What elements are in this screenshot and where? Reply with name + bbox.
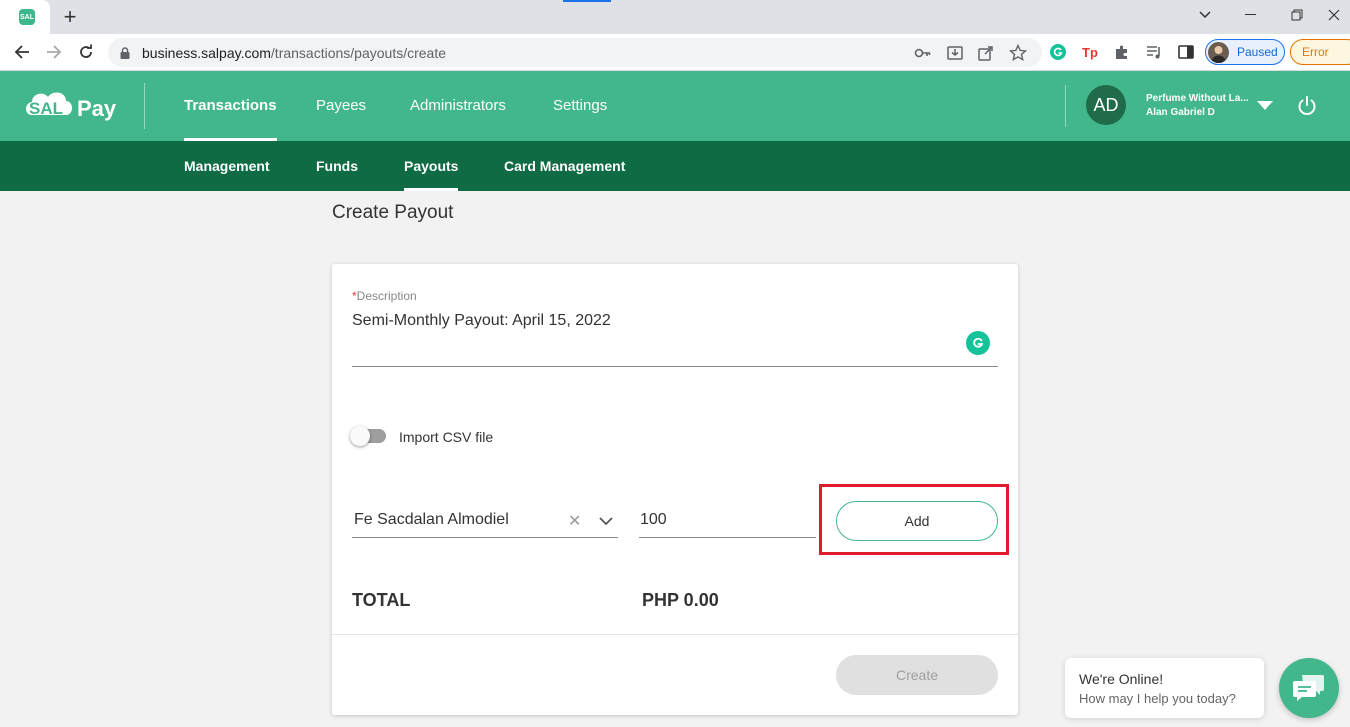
tab-card-management[interactable]: Card Management: [504, 141, 625, 191]
payee-value: Fe Sacdalan Almodiel: [354, 511, 509, 528]
browser-tab[interactable]: SAL: [0, 0, 50, 34]
payee-select[interactable]: Fe Sacdalan Almodiel ✕: [352, 504, 618, 538]
salpay-logo[interactable]: SAL Pay: [24, 85, 124, 127]
tab-accent: [563, 0, 611, 2]
profile-status: Paused: [1237, 45, 1278, 59]
chat-subtitle: How may I help you today?: [1079, 691, 1236, 706]
clear-icon[interactable]: ✕: [568, 511, 581, 531]
total-value: PHP 0.00: [642, 590, 719, 610]
nav-payees[interactable]: Payees: [316, 71, 366, 141]
chevron-down-icon[interactable]: [599, 513, 613, 531]
restore-icon[interactable]: [1274, 0, 1320, 30]
browser-tabbar: SAL +: [0, 0, 1350, 34]
chat-button[interactable]: [1279, 658, 1339, 718]
side-panel-icon[interactable]: [1177, 43, 1195, 61]
page-title: Create Payout: [332, 202, 454, 223]
chat-icon: [1293, 675, 1324, 701]
user-name[interactable]: Alan Gabriel D: [1146, 107, 1215, 118]
card-divider: [332, 634, 1018, 635]
amount-input[interactable]: 100: [639, 504, 816, 538]
key-icon[interactable]: [914, 44, 932, 62]
account-dropdown-icon[interactable]: [1257, 101, 1273, 110]
description-label: *Description: [352, 289, 417, 303]
share-icon[interactable]: [977, 44, 995, 62]
new-tab-button[interactable]: +: [58, 4, 82, 30]
svg-text:Tp: Tp: [1082, 45, 1098, 60]
salpay-favicon-icon: SAL: [19, 9, 35, 25]
bookmark-star-icon[interactable]: [1008, 43, 1028, 62]
back-icon[interactable]: [9, 39, 35, 65]
chat-title: We're Online!: [1079, 671, 1164, 687]
profile-avatar: [1208, 42, 1229, 63]
browser-toolbar: business.salpay.com/transactions/payouts…: [0, 34, 1350, 71]
sub-navigation: Management Funds Payouts Card Management: [0, 141, 1350, 191]
nav-transactions[interactable]: Transactions: [184, 71, 277, 141]
media-control-icon[interactable]: [1145, 43, 1163, 61]
import-csv-label: Import CSV file: [399, 429, 494, 445]
url-text: business.salpay.com/transactions/payouts…: [142, 45, 447, 61]
highlight-box: [819, 484, 1009, 555]
app-header: SAL Pay Transactions Payees Administrato…: [0, 71, 1350, 141]
create-button[interactable]: Create: [836, 655, 998, 695]
address-bar[interactable]: business.salpay.com/transactions/payouts…: [108, 38, 1042, 67]
svg-text:SAL: SAL: [29, 99, 63, 118]
create-payout-form: *Description Semi-Monthly Payout: April …: [332, 264, 1018, 715]
amount-value: 100: [640, 511, 667, 528]
grammarly-extension-icon[interactable]: [1049, 43, 1067, 61]
toggle-knob: [350, 426, 370, 446]
svg-text:Pay: Pay: [77, 96, 117, 121]
lock-icon: [120, 46, 130, 64]
nav-settings[interactable]: Settings: [553, 71, 607, 141]
install-icon[interactable]: [946, 44, 964, 62]
tab-management[interactable]: Management: [184, 141, 270, 191]
profile-button[interactable]: Paused: [1205, 39, 1285, 65]
import-csv-toggle[interactable]: [350, 426, 386, 446]
nav-administrators[interactable]: Administrators: [410, 71, 506, 141]
total-label: TOTAL: [352, 590, 411, 610]
tab-payouts[interactable]: Payouts: [404, 141, 459, 191]
tab-search-icon[interactable]: [1182, 0, 1228, 30]
error-button[interactable]: Error: [1290, 39, 1350, 65]
tp-extension-icon[interactable]: Tp: [1081, 43, 1099, 61]
extensions-puzzle-icon[interactable]: [1113, 43, 1131, 61]
close-window-icon[interactable]: [1318, 0, 1350, 30]
business-name[interactable]: Perfume Without La...: [1146, 93, 1249, 104]
chat-greeting[interactable]: We're Online! How may I help you today?: [1065, 658, 1264, 718]
user-avatar[interactable]: AD: [1086, 85, 1126, 125]
logo-divider: [144, 83, 145, 129]
tab-funds[interactable]: Funds: [316, 141, 358, 191]
reload-icon[interactable]: [73, 39, 99, 65]
minimize-icon[interactable]: [1228, 0, 1274, 30]
power-icon[interactable]: [1296, 95, 1318, 117]
description-input[interactable]: Semi-Monthly Payout: April 15, 2022: [352, 312, 611, 330]
forward-icon[interactable]: [41, 39, 67, 65]
grammarly-icon[interactable]: [966, 331, 990, 355]
error-label: Error: [1302, 45, 1329, 59]
header-divider: [1065, 85, 1066, 127]
description-underline: [352, 366, 998, 367]
